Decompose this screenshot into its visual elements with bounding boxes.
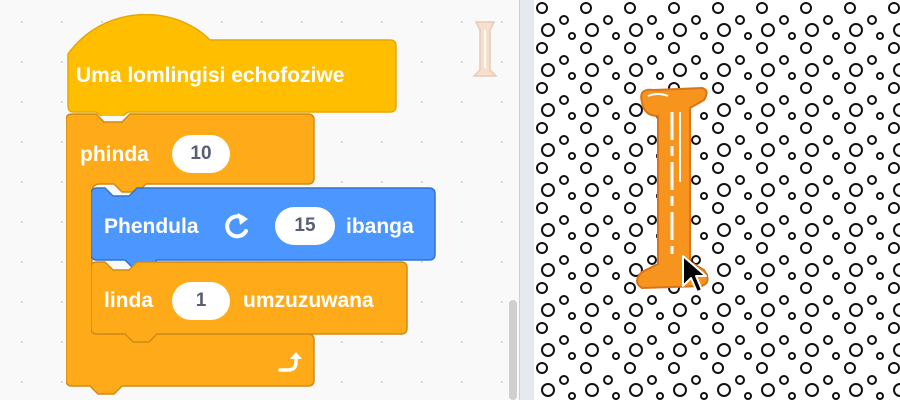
mouse-pointer-icon	[682, 255, 707, 293]
wait-block-label: linda	[104, 289, 154, 312]
stage[interactable]	[534, 0, 900, 400]
turn-degrees-input[interactable]: 15	[275, 207, 335, 245]
repeat-block-label: phinda	[80, 143, 149, 166]
rotate-right-icon	[225, 213, 248, 239]
turn-block-label: Phendula	[104, 215, 199, 238]
hat-block-label: Uma lomlingisi echofoziwe	[76, 64, 345, 87]
panel-divider	[519, 0, 535, 400]
vertical-scrollbar[interactable]	[509, 300, 517, 400]
wait-seconds-input[interactable]: 1	[172, 282, 230, 320]
code-area[interactable]: Uma lomlingisi echofoziwe phinda 10 Phen…	[0, 0, 520, 400]
wait-unit-label: umzuzuwana	[243, 289, 374, 312]
repeat-count-input[interactable]: 10	[172, 135, 230, 173]
loop-arrow-icon	[278, 352, 302, 372]
letter-i-sprite-icon	[472, 21, 498, 77]
turn-unit-label: ibanga	[346, 215, 414, 238]
